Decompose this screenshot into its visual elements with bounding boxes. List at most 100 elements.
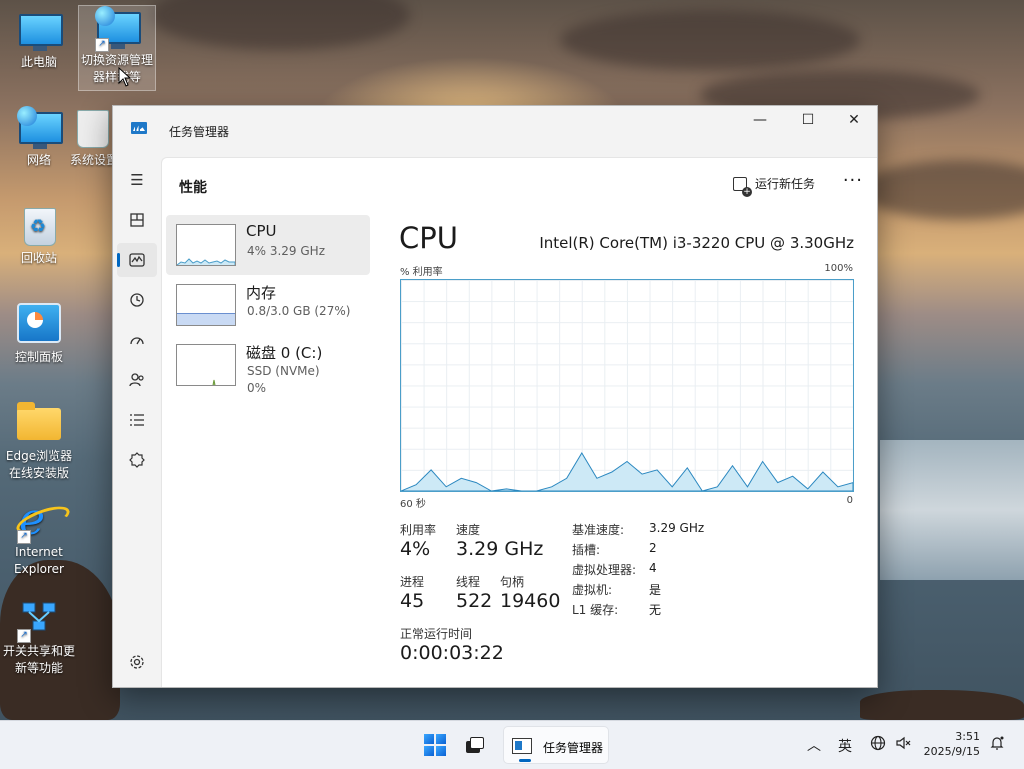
- desktop-icon-this-pc[interactable]: 此电脑: [1, 8, 77, 71]
- desktop-icon-edge-installer[interactable]: Edge浏览器在线安装版: [1, 402, 77, 482]
- perf-item-name: CPU: [246, 222, 277, 240]
- processes-label: 进程: [400, 575, 425, 589]
- desktop-icon-internet-explorer[interactable]: e ↗ Internet Explorer: [1, 498, 77, 578]
- title-bar[interactable]: 任务管理器 — ☐ ✕: [113, 106, 877, 146]
- nav-rail: ☰: [113, 146, 161, 687]
- hamburger-icon[interactable]: ☰: [117, 163, 157, 197]
- detail-value: 2: [649, 541, 657, 555]
- task-manager-app-icon: [131, 122, 147, 134]
- threads-value: 522: [456, 590, 493, 612]
- handles-value: 19460: [500, 590, 561, 612]
- shortcut-arrow-icon: ↗: [17, 530, 31, 544]
- desktop-icon-recycle-bin[interactable]: ♻ 回收站: [1, 204, 77, 267]
- speed-label: 速度: [456, 523, 481, 537]
- detail-value: 3.29 GHz: [649, 521, 705, 535]
- network-globe-icon[interactable]: [870, 735, 886, 755]
- desktop-icon-switch-explorer[interactable]: ↗ 切换资源管理器样式等: [78, 5, 156, 91]
- detail-key: L1 缓存:: [572, 603, 619, 617]
- recycle-bin-icon: ♻: [24, 208, 56, 246]
- run-task-icon: [732, 176, 752, 197]
- mouse-cursor-icon: [118, 67, 132, 87]
- globe-icon: [17, 106, 37, 126]
- cpu-graph-svg: [401, 452, 853, 491]
- app-history-icon[interactable]: [117, 283, 157, 317]
- close-button[interactable]: ✕: [831, 106, 877, 134]
- shortcut-arrow-icon: ↗: [17, 629, 31, 643]
- detail-key: 虚拟机:: [572, 583, 613, 597]
- task-view-button[interactable]: [466, 737, 484, 753]
- perf-item-name: 磁盘 0 (C:): [246, 344, 323, 362]
- desktop-icon-network-sharing[interactable]: ↗ 开关共享和更新等功能: [1, 597, 77, 677]
- performance-icon[interactable]: [117, 243, 157, 277]
- desktop-icon-system-settings[interactable]: 系统设置: [70, 106, 112, 169]
- volume-muted-icon[interactable]: [895, 735, 911, 755]
- clock-time: 3:51: [955, 730, 980, 743]
- perf-item-sub: 4% 3.29 GHz: [247, 244, 326, 258]
- disk-thumbnail: [176, 344, 236, 386]
- processes-value: 45: [400, 590, 425, 612]
- globe-icon: [95, 6, 115, 26]
- minimize-button[interactable]: —: [737, 106, 783, 134]
- computer-icon: [19, 14, 63, 51]
- details-icon[interactable]: [117, 403, 157, 437]
- services-icon[interactable]: [117, 443, 157, 477]
- processes-icon[interactable]: [117, 203, 157, 237]
- detail-key: 基准速度:: [572, 523, 625, 537]
- detail-value: 4: [649, 561, 657, 575]
- window-title: 任务管理器: [169, 125, 230, 139]
- taskbar: 任务管理器 ︿ 英 3:51 2025/9/15: [0, 720, 1024, 769]
- more-options-button[interactable]: ···: [843, 170, 863, 191]
- folder-icon: [17, 402, 61, 440]
- speed-value: 3.29 GHz: [456, 538, 544, 560]
- x-axis-left-label: 60 秒: [400, 499, 426, 510]
- perf-item-memory[interactable]: 内存 0.8/3.0 GB (27%): [166, 275, 370, 335]
- shortcut-arrow-icon: ↗: [95, 38, 109, 52]
- page-title: 性能: [179, 180, 207, 196]
- utilization-value: 4%: [400, 538, 431, 560]
- cpu-usage-area: [401, 452, 853, 491]
- perf-item-cpu[interactable]: CPU 4% 3.29 GHz: [166, 215, 370, 275]
- desktop-icon-control-panel[interactable]: 控制面板: [1, 303, 77, 366]
- input-method-indicator[interactable]: 英: [838, 736, 852, 756]
- running-indicator: [519, 759, 531, 762]
- threads-label: 线程: [456, 575, 481, 589]
- y-axis-max: 100%: [824, 263, 853, 274]
- perf-item-disk[interactable]: 磁盘 0 (C:) SSD (NVMe) 0%: [166, 335, 370, 395]
- taskbar-app-label: 任务管理器: [543, 741, 604, 755]
- detail-value: 无: [649, 603, 662, 617]
- handles-label: 句柄: [500, 575, 525, 589]
- content-pane: 性能 运行新任务 ··· CPU 4% 3.29 GHz 内存 0.8/3.0 …: [161, 157, 877, 687]
- memory-thumbnail: [176, 284, 236, 326]
- cpu-utilization-graph: [400, 279, 854, 492]
- perf-item-sub: 0.8/3.0 GB (27%): [247, 304, 351, 318]
- maximize-button[interactable]: ☐: [785, 106, 831, 134]
- desktop-icon-network[interactable]: 网络: [1, 106, 77, 169]
- x-axis-right-label: 0: [846, 495, 853, 506]
- run-new-task-button[interactable]: 运行新任务: [732, 175, 815, 197]
- start-button[interactable]: [424, 734, 446, 756]
- cpu-thumbnail: [176, 224, 236, 266]
- taskbar-app-task-manager[interactable]: 任务管理器: [503, 726, 609, 764]
- uptime-value: 0:00:03:22: [400, 642, 504, 664]
- uptime-label: 正常运行时间: [400, 627, 473, 641]
- clock-date: 2025/9/15: [923, 745, 980, 758]
- system-clock[interactable]: 3:51 2025/9/15: [924, 729, 980, 759]
- perf-item-sub: SSD (NVMe) 0%: [247, 364, 320, 395]
- settings-doc-icon: [77, 110, 109, 148]
- perf-item-name: 内存: [246, 284, 277, 302]
- cpu-title: CPU: [399, 221, 458, 255]
- control-panel-icon: [17, 303, 61, 343]
- settings-icon[interactable]: [117, 645, 157, 679]
- notification-bell-icon[interactable]: [989, 735, 1005, 755]
- detail-key: 虚拟处理器:: [572, 563, 637, 577]
- performance-list: CPU 4% 3.29 GHz 内存 0.8/3.0 GB (27%) 磁盘 0…: [166, 215, 370, 395]
- y-axis-label: % 利用率: [400, 267, 443, 278]
- task-manager-window[interactable]: 任务管理器 — ☐ ✕ ☰ 性能 + 运行新任务 ··· CPU 4% 3.29…: [112, 105, 878, 688]
- users-icon[interactable]: [117, 363, 157, 397]
- cpu-model: Intel(R) Core(TM) i3-3220 CPU @ 3.30GHz: [539, 234, 854, 252]
- task-manager-taskbar-icon: [512, 738, 532, 754]
- show-hidden-icons-chevron-up-icon[interactable]: ︿: [807, 735, 821, 755]
- startup-apps-icon[interactable]: [117, 323, 157, 357]
- detail-value: 是: [649, 583, 662, 597]
- utilization-label: 利用率: [400, 523, 437, 537]
